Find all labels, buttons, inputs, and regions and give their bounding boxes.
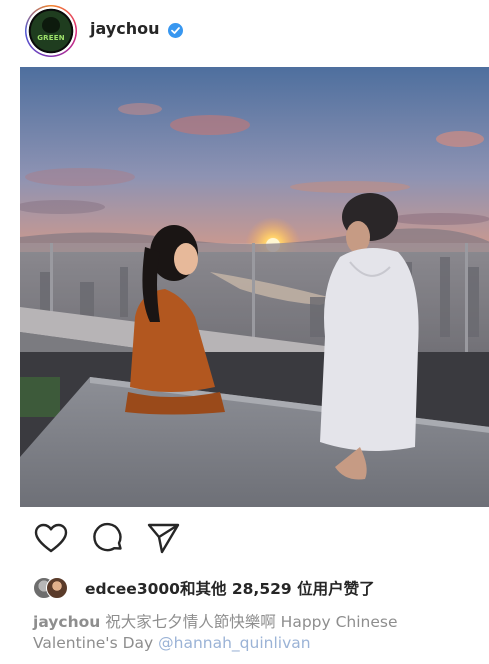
action-bar [0, 520, 489, 560]
share-icon[interactable] [145, 520, 181, 556]
username-link[interactable]: jaychou [90, 19, 159, 38]
caption-text-line1: 祝大家七夕情人節快樂啊 Happy Chinese [105, 613, 398, 631]
likes-count-text[interactable]: edcee3000和其他 28,529 位用户赞了 [85, 577, 375, 599]
caption-mention-link[interactable]: @hannah_quinlivan [158, 634, 310, 652]
caption-text-line2: Valentine's Day [33, 634, 154, 652]
verified-badge-icon [168, 23, 183, 38]
avatar-figure [42, 17, 60, 33]
comment-icon[interactable] [90, 520, 126, 556]
profile-avatar[interactable]: GREEN [25, 5, 77, 57]
post-caption: jaychou 祝大家七夕情人節快樂啊 Happy Chinese Valent… [33, 612, 483, 654]
post-header: GREEN jaychou [0, 0, 489, 64]
avatar-badge-text: GREEN [37, 34, 65, 42]
caption-username[interactable]: jaychou [33, 613, 100, 631]
heart-icon[interactable] [33, 520, 69, 556]
liker-avatar [46, 577, 68, 599]
post-photo[interactable] [20, 67, 489, 507]
likes-row[interactable]: edcee3000和其他 28,529 位用户赞了 [33, 576, 473, 602]
